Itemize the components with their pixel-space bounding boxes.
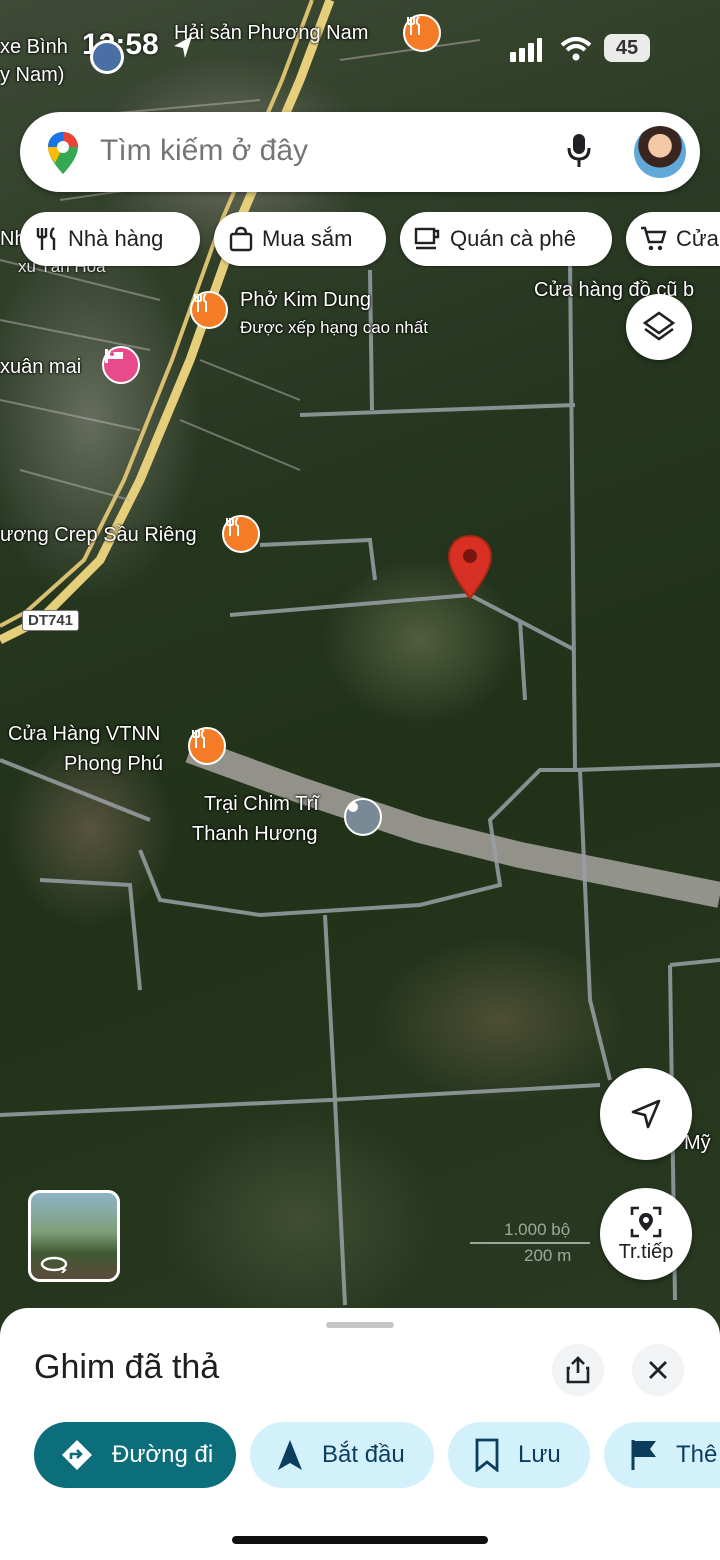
chip-restaurants[interactable]: Nhà hàng [20,212,200,266]
signal-icon [510,38,542,62]
layers-icon [642,311,676,341]
wifi-icon [560,37,592,61]
scale-meter-label: 200 m [524,1246,572,1265]
directions-button[interactable]: Đường đi [34,1422,236,1488]
start-label: Bắt đầu [322,1441,405,1468]
flag-icon [631,1440,656,1470]
live-view-button[interactable]: Tr.tiếp [600,1188,692,1280]
more-button[interactable]: Thê [604,1422,720,1488]
save-label: Lưu [518,1441,561,1468]
live-view-icon [630,1206,662,1237]
navigation-arrow-outline-icon [631,1099,661,1129]
scale-feet-label: 1.000 bộ [504,1220,571,1239]
search-input[interactable] [100,134,540,168]
restaurant-pin-icon[interactable] [222,515,260,553]
save-button[interactable]: Lưu [448,1422,590,1488]
map-label-my: Mỹ [684,1132,711,1154]
cart-icon [641,226,667,251]
scale-bar [470,1242,590,1244]
place-pin-icon[interactable] [344,798,382,836]
dropped-pin-icon[interactable] [446,534,494,600]
shopping-bag-icon [229,226,253,252]
map-label-trai-chim-line2[interactable]: Thanh Hương [192,821,317,847]
chip-label: Cửa [676,226,719,251]
start-button[interactable]: Bắt đầu [250,1422,434,1488]
map-label-vtnn-line2[interactable]: Phong Phú [64,751,163,777]
map-label-xuan-mai[interactable]: xuân mai [0,354,81,380]
navigation-arrow-icon [278,1440,302,1470]
directions-icon [62,1440,92,1470]
chip-coffee[interactable]: Quán cà phê [400,212,612,266]
map-label-trai-chim-line1[interactable]: Trại Chim Trĩ [204,791,319,817]
battery-icon: 45 [604,34,650,62]
google-maps-logo-icon [48,132,78,174]
close-icon [649,1361,667,1379]
map-label-pho-kim-dung[interactable]: Phở Kim Dung [240,287,371,313]
chip-label: Mua sắm [262,226,353,251]
bookmark-icon [475,1438,499,1472]
restaurant-icon [36,227,56,250]
share-icon [566,1356,590,1384]
map-label-pho-kim-dung-rating: Được xếp hạng cao nhất [240,318,428,337]
chip-label: Quán cà phê [450,226,576,251]
status-bar: 12:58 45 [0,0,720,100]
road-badge-dt741: DT741 [22,610,80,631]
navigation-status-icon [174,36,192,58]
restaurant-pin-icon[interactable] [190,291,228,329]
search-bar[interactable] [20,112,700,192]
live-view-label: Tr.tiếp [618,1240,674,1263]
more-label: Thê [676,1441,718,1468]
map-scale: 1.000 bộ 200 m [470,1220,590,1266]
restaurant-pin-icon[interactable] [188,727,226,765]
close-button[interactable] [632,1344,684,1396]
home-indicator[interactable] [232,1536,488,1544]
chip-stores[interactable]: Cửa [626,212,720,266]
directions-label: Đường đi [112,1441,214,1468]
sheet-drag-handle[interactable] [326,1322,394,1328]
place-bottom-sheet[interactable]: Ghim đã thả Đường đi Bắt đầu Lưu Thê [0,1308,720,1560]
hotel-pin-icon[interactable] [102,346,140,384]
rotate-360-icon [40,1256,68,1273]
coffee-icon [414,227,440,250]
microphone-icon[interactable] [566,132,592,170]
chip-shopping[interactable]: Mua sắm [214,212,386,266]
avatar[interactable] [634,126,686,178]
street-view-thumbnail[interactable] [28,1190,120,1282]
layers-button[interactable] [626,294,692,360]
sheet-title: Ghim đã thả [34,1348,220,1386]
action-buttons-row: Đường đi Bắt đầu Lưu Thê [0,1422,720,1490]
location-status-icon [90,40,124,74]
category-chips: Nhà hàng Mua sắm Quán cà phê Cửa [20,212,720,268]
my-location-button[interactable] [600,1068,692,1160]
map-label-vtnn-line1[interactable]: Cửa Hàng VTNN [8,721,160,747]
chip-label: Nhà hàng [68,226,164,251]
share-button[interactable] [552,1344,604,1396]
map-label-crep-sau-rieng[interactable]: ương Crep Sầu Riêng [0,522,197,548]
